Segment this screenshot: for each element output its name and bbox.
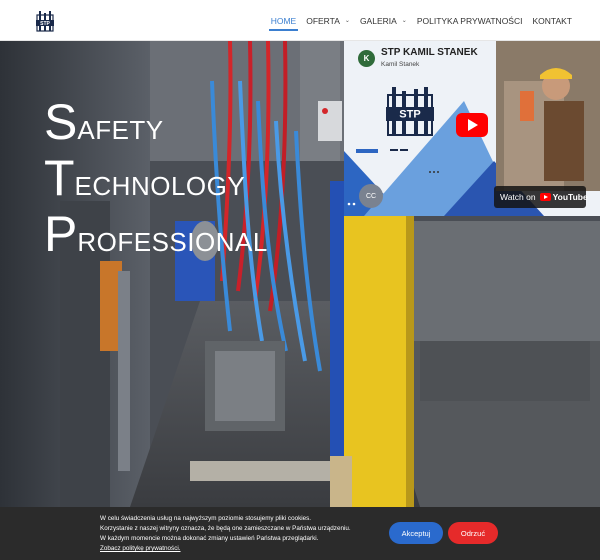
stp-logo[interactable]: STP	[35, 9, 55, 33]
privacy-policy-link[interactable]: Zobacz politykę prywatności.	[100, 544, 351, 554]
tagline-line-professional: P ROFESSIONAL	[44, 203, 268, 259]
nav-galeria-label: GALERIA	[359, 15, 397, 26]
site-header: STP HOME OFERTA ⌄ GALERIA ⌄ POLITYKA PRYWA…	[0, 0, 600, 41]
nav-oferta[interactable]: OFERTA ⌄	[306, 0, 350, 41]
nav-polityka-label: POLITYKA PRYWATNOŚCI	[416, 15, 523, 26]
tagline-rest: ROFESSIONAL	[77, 227, 268, 257]
chevron-down-icon: ⌄	[401, 18, 407, 24]
play-button[interactable]	[456, 113, 488, 137]
cookie-line: W celu świadczenia usług na najwyższym p…	[100, 515, 312, 522]
nav-galeria[interactable]: GALERIA ⌄	[360, 0, 407, 41]
channel-avatar[interactable]: K	[358, 50, 375, 67]
youtube-logo: YouTube	[539, 192, 588, 202]
tagline-rest: ECHNOLOGY	[74, 171, 246, 201]
tagline-line-safety: S AFETY	[44, 91, 268, 147]
channel-name[interactable]: Kamil Stanek	[381, 61, 419, 68]
hero-section: S AFETY T ECHNOLOGY P ROFESSIONAL STP K …	[0, 41, 600, 507]
youtube-label: YouTube	[552, 192, 588, 202]
youtube-video-embed[interactable]: STP K STP KAMIL STANEK Kamil Stanek CC W…	[344, 41, 600, 216]
logo-text: STP	[40, 21, 50, 27]
nav-home-label: HOME	[270, 15, 297, 26]
nav-polityka[interactable]: POLITYKA PRYWATNOŚCI	[417, 0, 523, 41]
tagline-rest: AFETY	[77, 115, 164, 145]
cookie-message: W celu świadczenia usług na najwyższym p…	[100, 514, 351, 554]
reject-cookies-button[interactable]: Odrzuć	[448, 522, 498, 544]
nav-kontakt[interactable]: KONTAKT	[532, 0, 572, 41]
watch-label: Watch on	[500, 192, 536, 202]
youtube-icon	[539, 193, 551, 201]
watch-on-youtube-button[interactable]: Watch on YouTube	[494, 186, 588, 208]
tagline-initial: P	[44, 206, 78, 262]
captions-button[interactable]: CC	[359, 184, 383, 208]
video-title[interactable]: STP KAMIL STANEK	[381, 47, 478, 58]
accept-cookies-button[interactable]: Akceptuj	[389, 522, 443, 544]
thumbnail-logo-text: STP	[399, 109, 420, 121]
tagline-initial: T	[44, 150, 75, 206]
chevron-down-icon: ⌄	[344, 18, 350, 24]
cookie-consent-bar: W celu świadczenia usług na najwyższym p…	[0, 507, 600, 560]
tagline-line-technology: T ECHNOLOGY	[44, 147, 268, 203]
nav-home[interactable]: HOME	[268, 0, 298, 41]
main-nav: HOME OFERTA ⌄ GALERIA ⌄ POLITYKA PRYWATNOŚ…	[261, 0, 572, 41]
nav-kontakt-label: KONTAKT	[532, 15, 572, 26]
cookie-line: W każdym momencie można dokonać zmiany u…	[100, 535, 319, 542]
cookie-line: Korzystanie z naszej witryny oznacza, że…	[100, 525, 351, 532]
nav-oferta-label: OFERTA	[306, 15, 340, 26]
hero-tagline: S AFETY T ECHNOLOGY P ROFESSIONAL	[44, 91, 268, 259]
tagline-initial: S	[44, 94, 78, 150]
